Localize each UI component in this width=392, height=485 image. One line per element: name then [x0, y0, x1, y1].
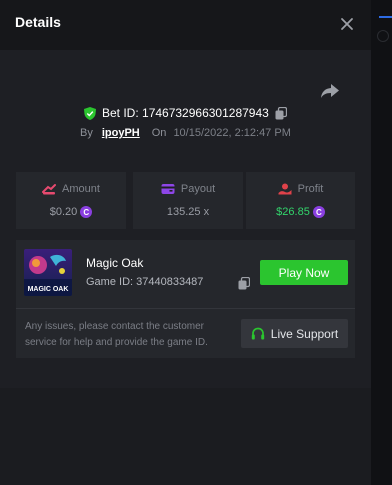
background-icon-fragment	[377, 30, 389, 42]
bet-id: Bet ID: 1746732966301287943	[102, 106, 269, 120]
stat-payout: Payout 135.25 x	[133, 172, 243, 229]
stat-amount: Amount $0.20 C	[16, 172, 126, 229]
stat-profit: Profit $26.85 C	[246, 172, 355, 229]
profit-value: $26.85	[276, 206, 310, 218]
bet-meta-row: By ipoyPH On 10/15/2022, 2:12:47 PM	[80, 127, 291, 139]
details-panel: Details Bet ID: 1746732966301287943 By i…	[0, 0, 371, 485]
thumbnail-caption: MAGIC OAK	[28, 286, 69, 293]
profit-label: Profit	[297, 183, 324, 195]
copy-icon[interactable]	[275, 106, 287, 120]
help-text: Any issues, please contact the customer …	[25, 321, 208, 348]
by-label: By	[80, 127, 93, 139]
close-icon[interactable]	[337, 14, 357, 34]
panel-header: Details	[0, 0, 371, 50]
background-accent-line	[379, 16, 392, 18]
payout-label: Payout	[180, 183, 216, 195]
coin-icon: C	[312, 206, 325, 218]
payout-value: 135.25 x	[166, 206, 210, 218]
bet-date: 10/15/2022, 2:12:47 PM	[173, 127, 291, 139]
profit-icon	[278, 183, 292, 195]
coin-icon: C	[80, 206, 93, 218]
play-now-button[interactable]: Play Now	[260, 260, 348, 285]
card-divider	[16, 308, 355, 309]
amount-value: $0.20	[49, 206, 78, 218]
on-label: On	[151, 127, 167, 139]
payout-icon	[161, 184, 175, 194]
amount-icon	[42, 184, 57, 195]
game-thumbnail[interactable]: MAGIC OAK	[24, 249, 72, 296]
shield-check-icon	[84, 106, 96, 120]
game-card: MAGIC OAK Magic Oak Game ID: 37440833487…	[16, 240, 355, 358]
copy-icon[interactable]	[238, 277, 250, 290]
username-link[interactable]: ipoyPH	[102, 127, 140, 139]
live-support-button[interactable]: Live Support	[241, 319, 348, 348]
headset-icon	[251, 327, 264, 339]
amount-label: Amount	[62, 183, 100, 195]
bet-id-row: Bet ID: 1746732966301287943	[84, 105, 287, 121]
background-edge	[371, 0, 392, 485]
game-id: Game ID: 37440833487	[86, 276, 204, 288]
live-support-label: Live Support	[270, 326, 339, 341]
panel-title: Details	[15, 14, 61, 30]
share-icon[interactable]	[320, 83, 340, 99]
game-name: Magic Oak	[86, 256, 144, 270]
